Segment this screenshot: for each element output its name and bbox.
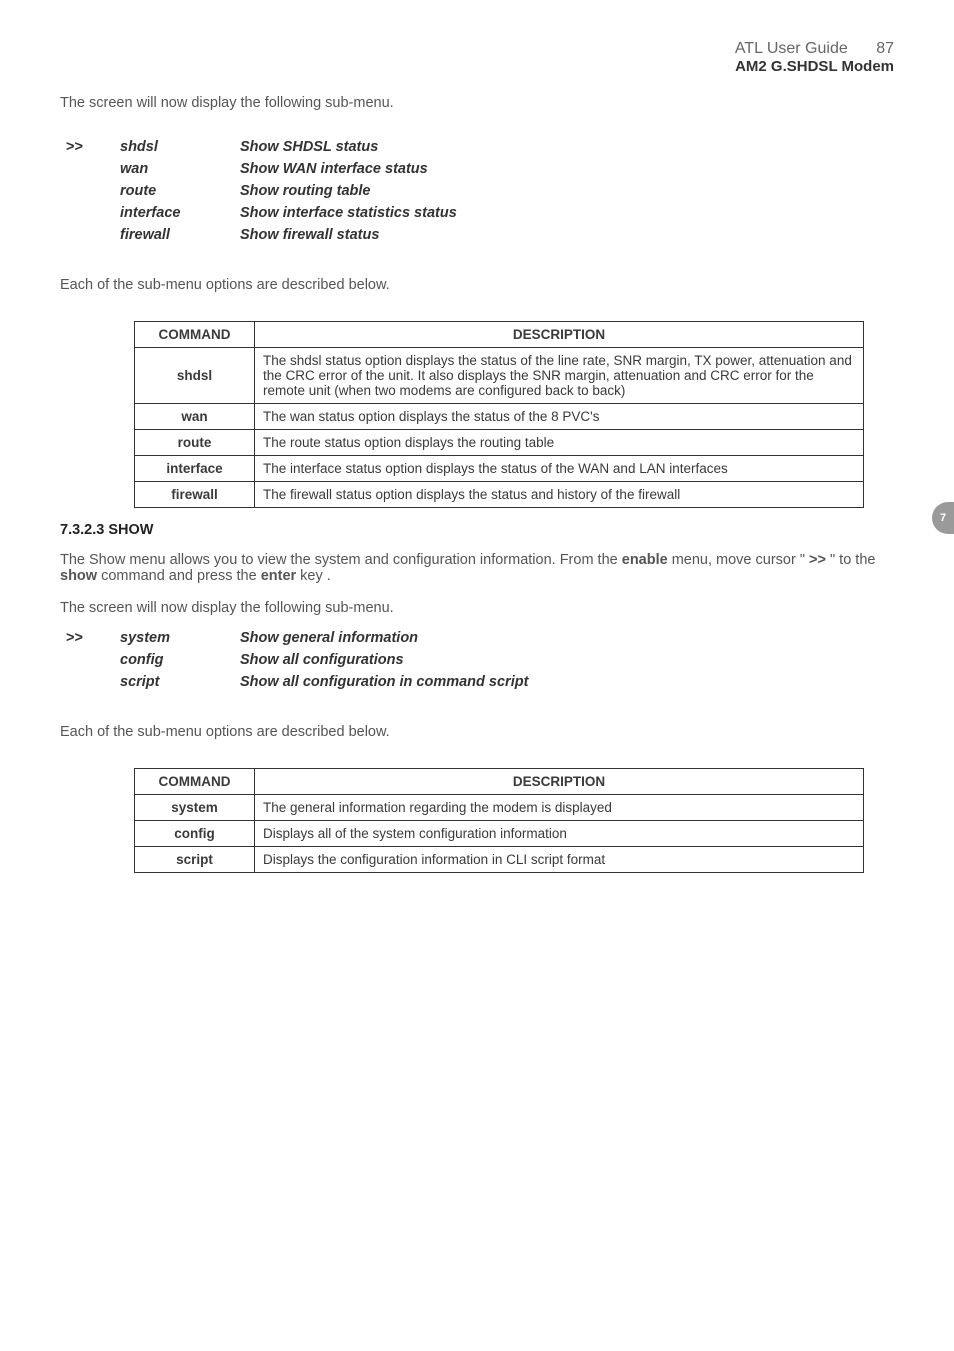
bold-show: show (60, 568, 97, 584)
show-command-table: COMMAND DESCRIPTION system The general i… (134, 768, 864, 873)
desc-cell: The firewall status option displays the … (255, 482, 864, 508)
menu-row: interface Show interface statistics stat… (66, 205, 894, 221)
col-header-description: DESCRIPTION (255, 769, 864, 795)
guide-title: ATL User Guide (735, 40, 848, 57)
cursor-spacer (66, 652, 120, 668)
menu-row: config Show all configurations (66, 652, 894, 668)
cmd-cell: wan (135, 404, 255, 430)
menu-desc: Show SHDSL status (240, 139, 894, 155)
section-heading-show: 7.3.2.3 SHOW (60, 522, 894, 538)
menu-desc: Show interface statistics status (240, 205, 894, 221)
menu-row: script Show all configuration in command… (66, 674, 894, 690)
menu-cmd: firewall (120, 227, 240, 243)
menu-desc: Show all configurations (240, 652, 894, 668)
table-row: script Displays the configuration inform… (135, 847, 864, 873)
menu-desc: Show WAN interface status (240, 161, 894, 177)
cmd-cell: route (135, 430, 255, 456)
desc-cell: The route status option displays the rou… (255, 430, 864, 456)
intro-text-2: The screen will now display the followin… (60, 600, 894, 616)
desc-cell: The interface status option displays the… (255, 456, 864, 482)
status-command-table: COMMAND DESCRIPTION shdsl The shdsl stat… (134, 321, 864, 508)
sub-desc-text-2: Each of the sub-menu options are describ… (60, 724, 894, 740)
col-header-command: COMMAND (135, 322, 255, 348)
show-paragraph: The Show menu allows you to view the sys… (60, 552, 894, 584)
table-header-row: COMMAND DESCRIPTION (135, 769, 864, 795)
cmd-cell: firewall (135, 482, 255, 508)
col-header-command: COMMAND (135, 769, 255, 795)
bold-enable: enable (622, 552, 668, 568)
cursor-spacer (66, 183, 120, 199)
intro-text-1: The screen will now display the followin… (60, 95, 894, 111)
cursor-spacer (66, 161, 120, 177)
menu-cmd: script (120, 674, 240, 690)
cmd-cell: system (135, 795, 255, 821)
section-tab: 7 (932, 502, 954, 534)
text-fragment: " to the (826, 552, 875, 568)
table-row: route The route status option displays t… (135, 430, 864, 456)
desc-cell: The general information regarding the mo… (255, 795, 864, 821)
menu-cmd: system (120, 630, 240, 646)
cursor-spacer (66, 674, 120, 690)
desc-cell: Displays all of the system configuration… (255, 821, 864, 847)
menu-row: >> shdsl Show SHDSL status (66, 139, 894, 155)
desc-cell: Displays the configuration information i… (255, 847, 864, 873)
menu-cmd: config (120, 652, 240, 668)
cmd-cell: interface (135, 456, 255, 482)
cursor-indicator: >> (66, 630, 120, 646)
menu-cmd: route (120, 183, 240, 199)
menu-cmd: shdsl (120, 139, 240, 155)
menu-row: route Show routing table (66, 183, 894, 199)
menu-desc: Show firewall status (240, 227, 894, 243)
menu-desc: Show all configuration in command script (240, 674, 894, 690)
menu-cmd: interface (120, 205, 240, 221)
menu-desc: Show general information (240, 630, 894, 646)
desc-cell: The wan status option displays the statu… (255, 404, 864, 430)
page-number: 87 (876, 40, 894, 58)
text-fragment: command and press the (97, 568, 261, 584)
cursor-spacer (66, 227, 120, 243)
menu-row: firewall Show firewall status (66, 227, 894, 243)
device-subtitle: AM2 G.SHDSL Modem (60, 58, 894, 75)
cmd-cell: script (135, 847, 255, 873)
cursor-spacer (66, 205, 120, 221)
bold-cursor: >> (809, 552, 826, 568)
table-row: shdsl The shdsl status option displays t… (135, 348, 864, 404)
menu-desc: Show routing table (240, 183, 894, 199)
cursor-indicator: >> (66, 139, 120, 155)
table-row: system The general information regarding… (135, 795, 864, 821)
table-row: wan The wan status option displays the s… (135, 404, 864, 430)
cmd-cell: config (135, 821, 255, 847)
menu-row: wan Show WAN interface status (66, 161, 894, 177)
cmd-cell: shdsl (135, 348, 255, 404)
col-header-description: DESCRIPTION (255, 322, 864, 348)
table-row: firewall The firewall status option disp… (135, 482, 864, 508)
sub-desc-text: Each of the sub-menu options are describ… (60, 277, 894, 293)
desc-cell: The shdsl status option displays the sta… (255, 348, 864, 404)
menu-cmd: wan (120, 161, 240, 177)
table-row: config Displays all of the system config… (135, 821, 864, 847)
page-header: ATL User Guide 87 AM2 G.SHDSL Modem (60, 40, 894, 75)
show-submenu: >> system Show general information confi… (66, 630, 894, 690)
status-submenu: >> shdsl Show SHDSL status wan Show WAN … (66, 139, 894, 243)
table-header-row: COMMAND DESCRIPTION (135, 322, 864, 348)
table-row: interface The interface status option di… (135, 456, 864, 482)
bold-enter: enter (261, 568, 296, 584)
text-fragment: menu, move cursor " (668, 552, 809, 568)
text-fragment: The Show menu allows you to view the sys… (60, 552, 622, 568)
text-fragment: key . (296, 568, 331, 584)
menu-row: >> system Show general information (66, 630, 894, 646)
